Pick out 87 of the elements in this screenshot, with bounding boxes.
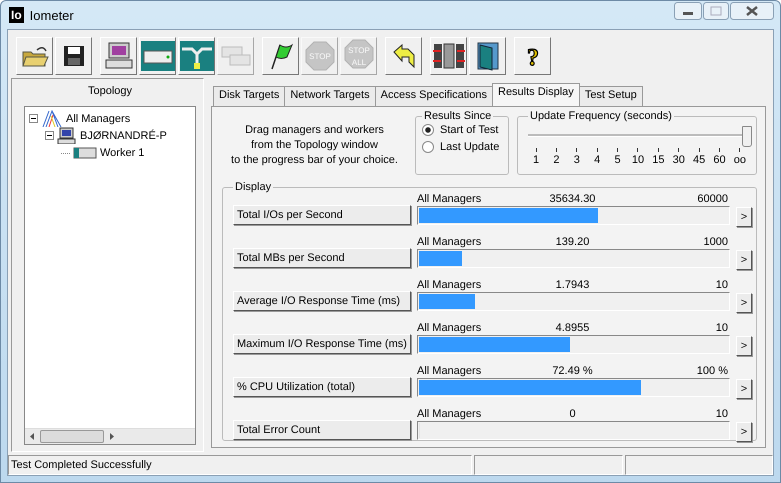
target-label: All Managers bbox=[417, 279, 482, 292]
exit-button[interactable] bbox=[469, 37, 506, 75]
more-button[interactable]: > bbox=[736, 422, 752, 442]
status-text: Test Completed Successfully bbox=[8, 455, 472, 475]
more-button[interactable]: > bbox=[736, 336, 752, 356]
horizontal-scrollbar[interactable] bbox=[25, 428, 195, 444]
network-button[interactable] bbox=[178, 37, 215, 75]
radio-button[interactable]: Start of Test bbox=[422, 124, 502, 136]
metric-button[interactable]: Total I/Os per Second bbox=[233, 205, 411, 225]
managers-icon bbox=[41, 110, 63, 127]
scale-max: 10 bbox=[714, 408, 728, 421]
instructions-text: Drag managers and workers from the Topology window to the progress bar of your choice. bbox=[230, 123, 399, 168]
more-button[interactable]: > bbox=[736, 207, 752, 227]
more-button[interactable]: > bbox=[736, 379, 752, 399]
tab[interactable]: Access Specifications bbox=[374, 86, 493, 106]
folder-icon bbox=[20, 44, 48, 68]
tick-label: 10 bbox=[632, 154, 644, 166]
metric-button[interactable]: Average I/O Response Time (ms) bbox=[233, 291, 411, 311]
maximize-icon bbox=[703, 2, 729, 20]
help-button[interactable]: ? bbox=[514, 37, 551, 75]
expand-toggle[interactable] bbox=[29, 114, 38, 123]
metric-button[interactable]: % CPU Utilization (total) bbox=[233, 377, 411, 397]
tab[interactable]: Disk Targets bbox=[213, 86, 286, 106]
tab[interactable]: Test Setup bbox=[578, 86, 643, 106]
metric-value: 4.8955 bbox=[556, 322, 590, 335]
reset-button[interactable] bbox=[385, 37, 422, 75]
group-title: Results Since bbox=[423, 110, 492, 122]
metric-value: 72.49 % bbox=[552, 365, 593, 378]
tick-label: oo bbox=[734, 154, 746, 166]
scale-max: 100 % bbox=[696, 365, 728, 378]
target-label: All Managers bbox=[417, 408, 482, 421]
tick-label: 5 bbox=[614, 154, 621, 166]
panel-title: Topology bbox=[86, 84, 134, 99]
target-label: All Managers bbox=[417, 236, 482, 249]
computer-icon bbox=[57, 127, 77, 144]
window-title: Iometer bbox=[30, 8, 74, 22]
open-button[interactable] bbox=[16, 37, 53, 75]
tick-label: 2 bbox=[553, 154, 560, 166]
save-button[interactable] bbox=[55, 37, 92, 75]
tree-item[interactable]: Worker 1 bbox=[100, 146, 144, 158]
flag-button[interactable] bbox=[262, 37, 299, 75]
target-label: All Managers bbox=[417, 322, 482, 335]
minimize-icon[interactable] bbox=[674, 2, 702, 20]
target-label: All Managers bbox=[417, 193, 482, 206]
group-title: Update Frequency (seconds) bbox=[529, 110, 673, 122]
disk-button[interactable] bbox=[139, 37, 176, 75]
door-icon bbox=[476, 41, 500, 71]
tick-label: 3 bbox=[574, 154, 580, 166]
network-icon bbox=[180, 41, 214, 71]
app-icon: Io bbox=[9, 7, 24, 23]
split-button[interactable] bbox=[430, 37, 467, 75]
arrow-icon bbox=[390, 43, 416, 69]
metric-button[interactable]: Maximum I/O Response Time (ms) bbox=[233, 334, 411, 354]
more-button[interactable]: > bbox=[736, 250, 752, 270]
tab[interactable]: Results Display bbox=[492, 83, 580, 106]
target-label: All Managers bbox=[417, 365, 482, 378]
drive-icon bbox=[73, 144, 97, 160]
close-icon[interactable] bbox=[730, 2, 774, 20]
scale-max: 1000 bbox=[702, 236, 728, 249]
metric-value: 139.20 bbox=[556, 236, 590, 249]
metric-button[interactable]: Total MBs per Second bbox=[233, 248, 411, 268]
scale-max: 10 bbox=[714, 279, 728, 292]
more-button[interactable]: > bbox=[736, 293, 752, 313]
floppy-icon bbox=[62, 44, 86, 68]
tick-label: 60 bbox=[713, 154, 726, 166]
help-icon: ? bbox=[520, 42, 544, 70]
disk-drive-icon bbox=[140, 41, 174, 71]
tick-label: 45 bbox=[693, 154, 706, 166]
tick-label: 15 bbox=[652, 154, 664, 166]
group-title: Display bbox=[234, 181, 272, 193]
metric-value: 0 bbox=[569, 408, 576, 421]
metric-value: 35634.30 bbox=[550, 193, 596, 206]
computer-button[interactable] bbox=[100, 37, 137, 75]
tick-label: 30 bbox=[672, 154, 685, 166]
computer-icon bbox=[104, 42, 134, 70]
tree-item[interactable]: BJØRNANDRÉ-P bbox=[80, 130, 167, 142]
metric-value: 1.7943 bbox=[556, 279, 590, 292]
tree-item[interactable]: All Managers bbox=[66, 112, 130, 124]
radio-button[interactable]: Last Update bbox=[422, 141, 502, 153]
tab[interactable]: Network Targets bbox=[284, 86, 376, 106]
metric-button[interactable]: Total Error Count bbox=[233, 420, 411, 440]
tick-label: 1 bbox=[532, 154, 540, 166]
columns-icon bbox=[432, 42, 466, 70]
expand-toggle[interactable] bbox=[45, 131, 54, 140]
scale-max: 60000 bbox=[696, 193, 728, 206]
scale-max: 10 bbox=[714, 322, 728, 335]
tick-label: 4 bbox=[594, 154, 600, 166]
